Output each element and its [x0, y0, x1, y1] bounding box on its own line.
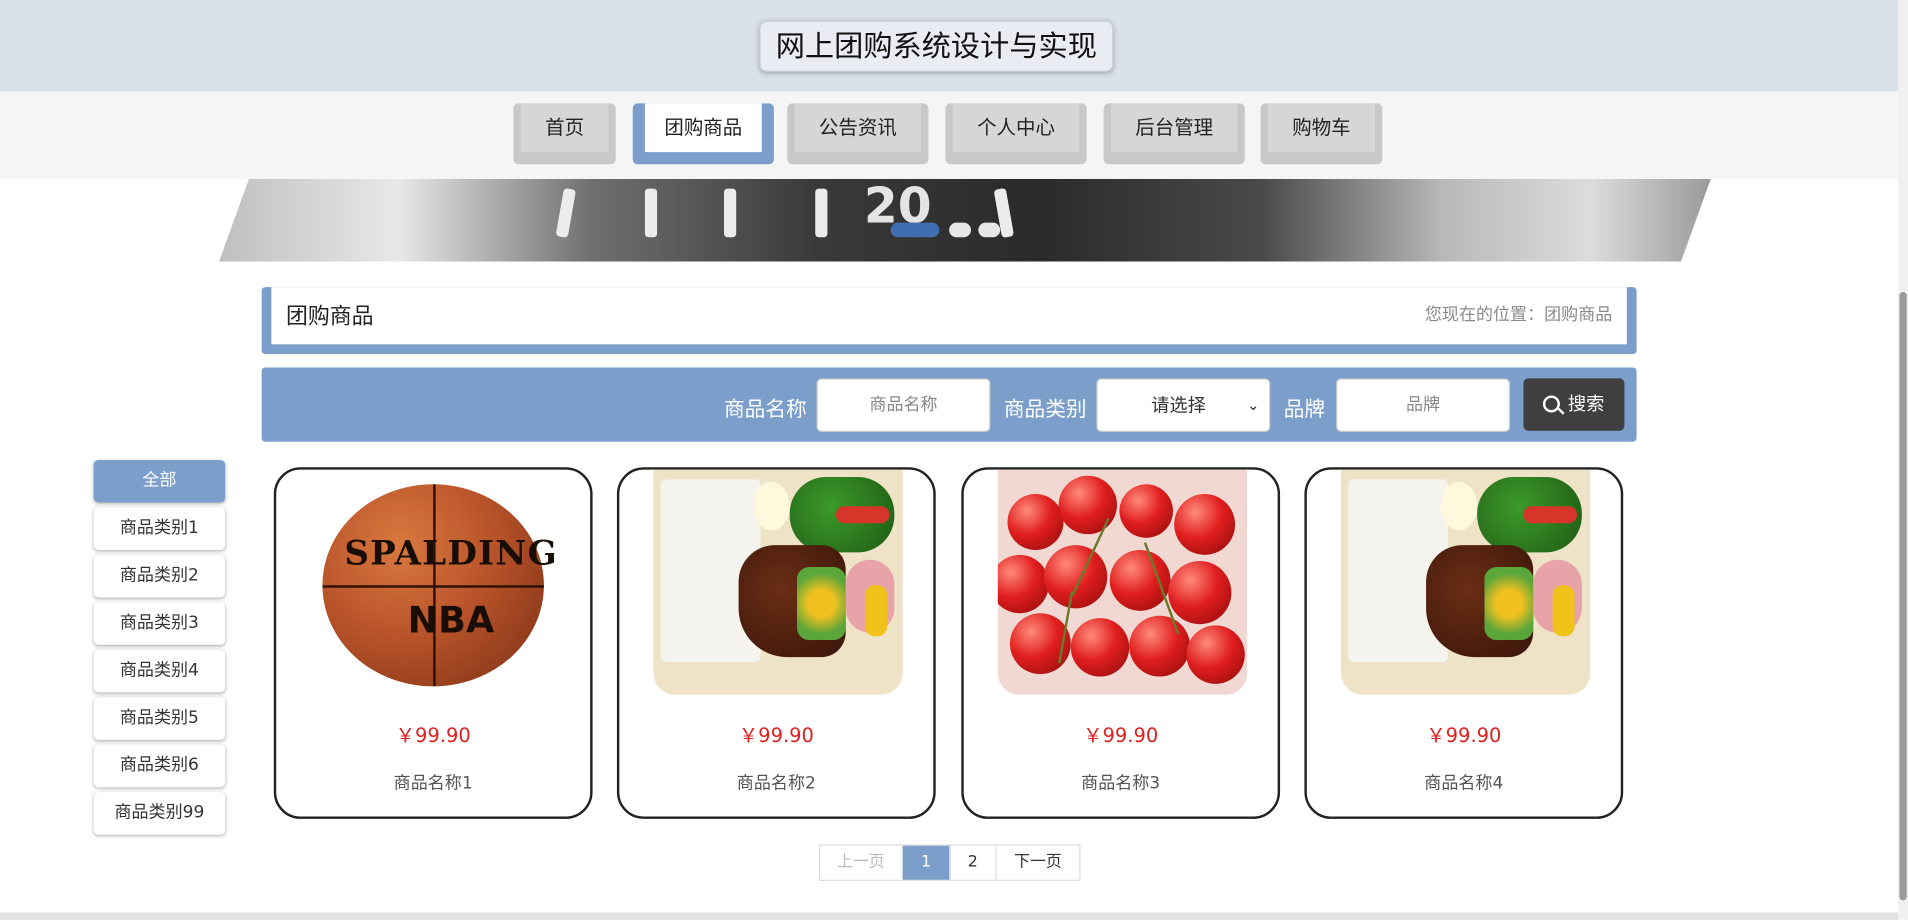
category-item[interactable]: 商品类别99 — [93, 792, 226, 835]
cherry — [1058, 475, 1118, 535]
pagination: 上一页 1 2 下一页 — [818, 844, 1081, 881]
product-card[interactable]: ￥99.90 商品名称4 — [1304, 467, 1624, 819]
search-bar: 商品名称 商品名称 商品类别 请选择 ⌄ 品牌 品牌 搜索 — [261, 367, 1637, 442]
header-bar: 网上团购系统设计与实现 — [0, 0, 1899, 92]
scrollbar-thumb[interactable] — [1899, 292, 1907, 901]
watch-marker — [815, 188, 828, 238]
nav-item-admin[interactable]: 后台管理 — [1103, 103, 1245, 165]
nav-item-announcements[interactable]: 公告资讯 — [787, 103, 929, 165]
horizontal-scrollbar[interactable] — [0, 912, 1899, 920]
cherry — [1186, 625, 1245, 684]
cherry — [1044, 545, 1108, 609]
category-label: 商品类别 — [1003, 397, 1087, 423]
product-name[interactable]: 商品名称4 — [1307, 770, 1621, 794]
cherries-image — [997, 469, 1248, 695]
category-select[interactable]: 请选择 ⌄ — [1096, 378, 1271, 432]
category-item[interactable]: 商品类别1 — [93, 507, 226, 550]
section-header-inner: 团购商品 您现在的位置：团购商品 — [271, 287, 1627, 345]
cherry — [1109, 549, 1171, 611]
banner-carousel[interactable]: 20 — [219, 178, 1711, 262]
product-card[interactable]: ￥99.90 商品名称3 — [961, 467, 1281, 819]
cherry — [997, 554, 1049, 614]
cherry — [1007, 494, 1064, 550]
cherry — [1119, 484, 1173, 538]
category-item[interactable]: 商品类别5 — [93, 697, 226, 740]
carousel-dot[interactable] — [890, 222, 940, 238]
product-name[interactable]: 商品名称1 — [276, 770, 590, 794]
search-button-label: 搜索 — [1567, 393, 1605, 415]
bento-image — [653, 469, 903, 695]
main-nav: 首页 团购商品 公告资讯 个人中心 后台管理 购物车 — [0, 91, 1899, 179]
site-title: 网上团购系统设计与实现 — [759, 20, 1114, 72]
product-image-bento[interactable] — [653, 469, 903, 695]
ball-seam — [322, 585, 544, 588]
product-name-input[interactable]: 商品名称 — [816, 378, 991, 432]
cherry — [1174, 494, 1236, 555]
cherry — [1070, 618, 1130, 677]
bento-pickle — [865, 585, 888, 637]
ball-brand-text: SPALDING — [344, 532, 558, 574]
prev-page-button[interactable]: 上一页 — [820, 845, 903, 880]
nav-item-group-products[interactable]: 团购商品 — [632, 103, 774, 165]
nav-item-personal-center[interactable]: 个人中心 — [945, 103, 1087, 165]
bento-egg — [753, 481, 790, 531]
chevron-down-icon: ⌄ — [1247, 396, 1260, 414]
bento-corn — [1484, 567, 1534, 641]
product-name[interactable]: 商品名称2 — [619, 770, 933, 794]
product-card[interactable]: SPALDING NBA ￥99.90 商品名称1 — [273, 467, 593, 819]
category-item[interactable]: 商品类别4 — [93, 649, 226, 693]
basketball-image: SPALDING NBA — [322, 484, 557, 687]
watch-marker — [555, 187, 577, 238]
nav-item-label: 首页 — [520, 103, 609, 153]
product-name[interactable]: 商品名称3 — [964, 770, 1278, 794]
product-image-bento[interactable] — [1340, 469, 1591, 695]
bento-corn — [797, 567, 846, 641]
vertical-scrollbar[interactable] — [1898, 0, 1908, 920]
cherry — [1168, 560, 1232, 625]
product-card[interactable]: ￥99.90 商品名称2 — [616, 467, 936, 819]
category-select-value: 请选择 — [1151, 394, 1206, 417]
category-item[interactable]: 商品类别6 — [93, 744, 226, 788]
nav-item-label: 公告资讯 — [794, 103, 922, 153]
category-item[interactable]: 商品类别3 — [93, 602, 226, 645]
bento-egg — [1440, 481, 1478, 531]
search-icon — [1543, 395, 1561, 413]
page: 网上团购系统设计与实现 首页 团购商品 公告资讯 个人中心 后台管理 购物车 2… — [0, 0, 1908, 920]
product-price: ￥99.90 — [1426, 723, 1502, 748]
ball-logo-text: NBA — [407, 599, 495, 643]
carousel-dot[interactable] — [978, 222, 1001, 238]
breadcrumb: 您现在的位置：团购商品 — [1424, 305, 1613, 325]
watch-marker — [723, 188, 737, 238]
search-button[interactable]: 搜索 — [1523, 378, 1625, 431]
cherry — [1129, 615, 1191, 677]
product-price: ￥99.90 — [395, 723, 471, 748]
product-image-basketball[interactable]: SPALDING NBA — [310, 470, 559, 695]
nav-item-label: 个人中心 — [952, 103, 1080, 153]
nav-item-cart[interactable]: 购物车 — [1260, 103, 1383, 165]
brand-input[interactable]: 品牌 — [1336, 378, 1511, 432]
bento-image — [1340, 469, 1591, 695]
nav-item-label: 后台管理 — [1110, 103, 1238, 153]
category-item[interactable]: 商品类别2 — [93, 554, 226, 598]
bento-pickle — [1552, 585, 1575, 637]
brand-label: 品牌 — [1283, 397, 1326, 423]
nav-item-home[interactable]: 首页 — [513, 103, 616, 165]
section-title: 团购商品 — [285, 304, 374, 330]
next-page-button[interactable]: 下一页 — [997, 846, 1080, 880]
category-item-all[interactable]: 全部 — [93, 459, 226, 503]
page-button-1[interactable]: 1 — [902, 845, 951, 880]
product-name-label: 商品名称 — [723, 397, 807, 423]
bento-pepper — [1523, 506, 1577, 524]
watch-marker — [644, 188, 658, 238]
section-header: 团购商品 您现在的位置：团购商品 — [261, 287, 1637, 355]
bento-pepper — [835, 506, 890, 524]
nav-item-label: 购物车 — [1267, 103, 1375, 153]
nav-item-label: 团购商品 — [644, 103, 762, 153]
page-button-2[interactable]: 2 — [950, 845, 997, 880]
carousel-dot[interactable] — [949, 222, 972, 238]
product-price: ￥99.90 — [1083, 723, 1159, 748]
product-price: ￥99.90 — [738, 723, 814, 748]
product-image-cherries[interactable] — [997, 469, 1248, 695]
